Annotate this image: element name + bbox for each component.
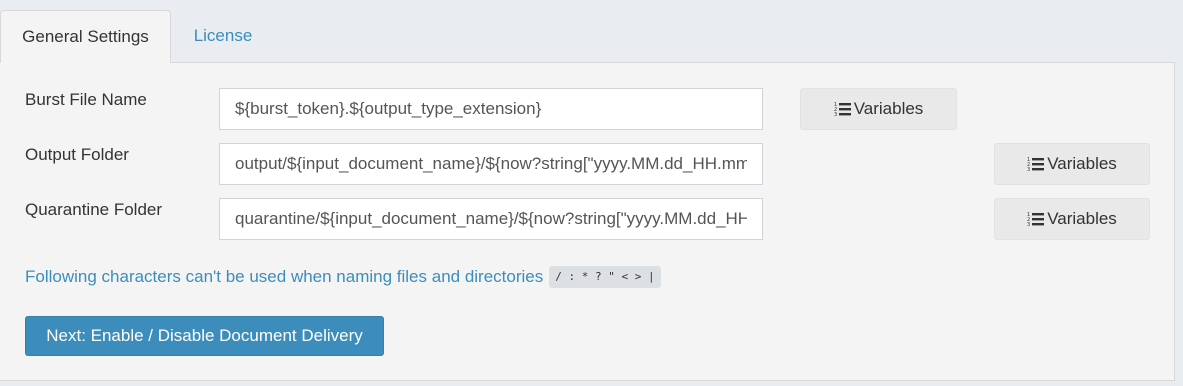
list-ol-icon: 1 2 3 [1027, 157, 1045, 172]
list-ol-icon: 1 2 3 [1027, 212, 1045, 227]
quarantine-folder-label: Quarantine Folder [25, 200, 163, 219]
list-ol-icon: 1 2 3 [834, 102, 851, 117]
variables-button-label: Variables [1047, 154, 1117, 173]
quarantine-folder-variables-button[interactable]: 1 2 3 Variables [994, 198, 1150, 240]
next-enable-disable-delivery-button[interactable]: Next: Enable / Disable Document Delivery [25, 316, 384, 356]
variables-button-label: Variables [1047, 209, 1117, 228]
output-folder-input[interactable] [219, 143, 763, 185]
tab-license[interactable]: License [171, 10, 275, 63]
naming-restriction-note: Following characters can't be used when … [25, 266, 661, 288]
svg-text:3: 3 [834, 112, 837, 117]
tab-general-settings[interactable]: General Settings [0, 10, 171, 63]
naming-restriction-text: Following characters can't be used when … [25, 267, 544, 286]
burst-file-name-input[interactable] [219, 88, 763, 130]
output-folder-label: Output Folder [25, 145, 129, 164]
forbidden-chars-badge: / : * ? " < > | [549, 266, 661, 288]
tab-bar: General Settings License [0, 0, 1183, 63]
output-folder-variables-button[interactable]: 1 2 3 Variables [994, 143, 1150, 185]
variables-button-label: Variables [853, 99, 924, 118]
svg-text:3: 3 [1027, 167, 1030, 172]
burst-file-name-variables-button[interactable]: 1 2 3 Variables [800, 88, 957, 130]
burst-file-name-label: Burst File Name [25, 90, 147, 109]
quarantine-folder-input[interactable] [219, 198, 763, 240]
svg-text:3: 3 [1027, 222, 1030, 227]
